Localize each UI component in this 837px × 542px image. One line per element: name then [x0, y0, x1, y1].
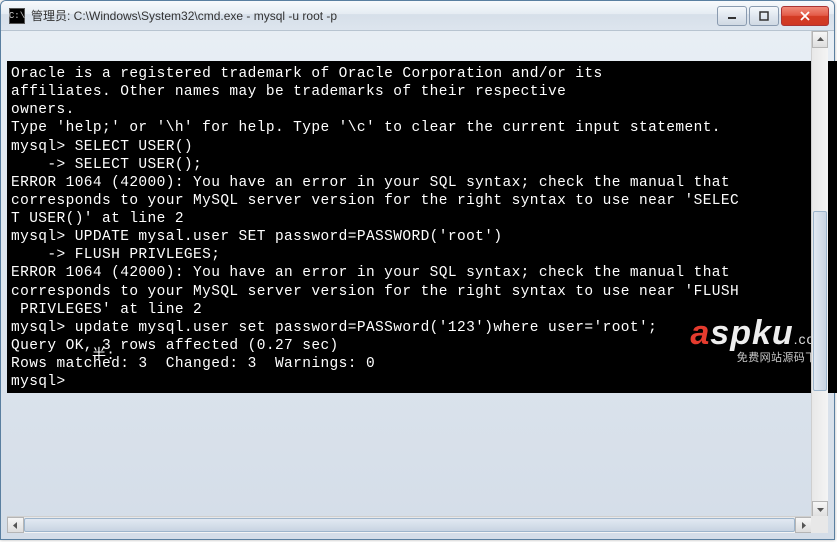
- minimize-icon: [727, 11, 737, 21]
- terminal-line: mysql> SELECT USER(): [11, 138, 837, 156]
- terminal-line: Oracle is a registered trademark of Orac…: [11, 65, 837, 83]
- minimize-button[interactable]: [717, 6, 747, 26]
- chevron-down-icon: [816, 505, 825, 514]
- watermark: aspku.com 免费网站源码下载: [690, 316, 828, 366]
- scroll-right-button[interactable]: [795, 517, 812, 533]
- terminal-line: Type 'help;' or '\h' for help. Type '\c'…: [11, 119, 837, 137]
- chevron-left-icon: [11, 521, 20, 530]
- terminal-line: corresponds to your MySQL server version…: [11, 283, 837, 301]
- app-window: C:\ 管理员: C:\Windows\System32\cmd.exe - m…: [0, 0, 835, 540]
- terminal-line: affiliates. Other names may be trademark…: [11, 83, 837, 101]
- terminal-line: T USER()' at line 2: [11, 210, 837, 228]
- close-button[interactable]: [781, 6, 829, 26]
- scroll-left-button[interactable]: [7, 517, 24, 533]
- vertical-scroll-thumb[interactable]: [813, 211, 827, 391]
- terminal-output[interactable]: Oracle is a registered trademark of Orac…: [7, 61, 837, 393]
- chevron-up-icon: [816, 35, 825, 44]
- cmd-icon: C:\: [9, 8, 25, 24]
- terminal-line: -> SELECT USER();: [11, 156, 837, 174]
- terminal-line: ERROR 1064 (42000): You have an error in…: [11, 174, 837, 192]
- scroll-up-button[interactable]: [812, 31, 828, 48]
- terminal-prompt: mysql>: [11, 373, 837, 391]
- maximize-icon: [759, 11, 769, 21]
- horizontal-scrollbar[interactable]: [7, 516, 812, 533]
- horizontal-scroll-track[interactable]: [24, 517, 795, 533]
- horizontal-scroll-thumb[interactable]: [24, 518, 795, 532]
- watermark-tagline: 免费网站源码下载: [690, 352, 828, 366]
- chevron-right-icon: [799, 521, 808, 530]
- close-icon: [799, 11, 811, 21]
- terminal-line: ERROR 1064 (42000): You have an error in…: [11, 264, 837, 282]
- vertical-scrollbar[interactable]: [811, 31, 828, 518]
- terminal-line: -> FLUSH PRIVLEGES;: [11, 246, 837, 264]
- watermark-logo: aspku.com: [690, 316, 828, 350]
- window-controls: [717, 6, 829, 26]
- maximize-button[interactable]: [749, 6, 779, 26]
- terminal-line: mysql> UPDATE mysal.user SET password=PA…: [11, 228, 837, 246]
- ime-status: 半:: [92, 348, 115, 366]
- scrollbar-corner: [811, 516, 828, 533]
- terminal-line: corresponds to your MySQL server version…: [11, 192, 837, 210]
- titlebar[interactable]: C:\ 管理员: C:\Windows\System32\cmd.exe - m…: [1, 1, 834, 31]
- window-title: 管理员: C:\Windows\System32\cmd.exe - mysql…: [31, 7, 717, 24]
- terminal-line: owners.: [11, 101, 837, 119]
